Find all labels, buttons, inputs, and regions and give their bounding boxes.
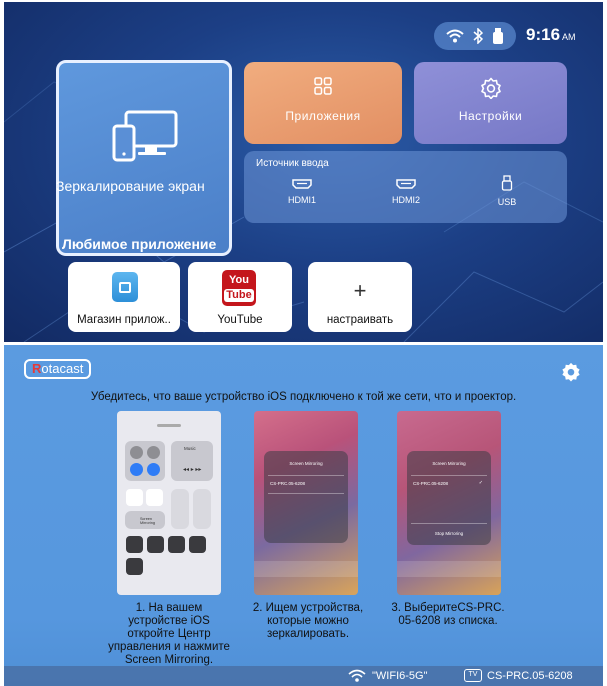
screen-mirroring-block: Screen Mirroring [125, 511, 165, 529]
plus-icon: + [353, 278, 367, 303]
youtube-label: YouTube [217, 314, 263, 326]
favorite-customize[interactable]: + настраивать [308, 262, 412, 332]
bluetooth-toggle-icon [147, 463, 160, 476]
step-3-text: 3. ВыберитеCS-PRC. 05-6208 из списка. [391, 602, 505, 627]
step-1-text: 1. На вашем устройстве iOS откройте Цент… [108, 602, 230, 666]
connectivity-block [125, 441, 165, 481]
device-name: CS-PRC.05-6208 [487, 670, 573, 682]
device-entry: CS-PRC.05-6208 [413, 481, 449, 486]
screen-mirroring-dialog-selected: Screen Mirroring CS-PRC.05-6208 ✓ Stop M… [407, 451, 491, 545]
tv-icon: TV [464, 669, 482, 682]
music-block: Music ◂◂ ▸ ▸▸ [171, 441, 213, 481]
input-source-panel: Источник ввода HDMI1 HDMI2 USB [244, 151, 567, 223]
launcher-screen: 9:16AM Зеркалирование экран Приложения [4, 2, 603, 342]
instruction-text: Убедитесь, что ваше устройство iOS подкл… [90, 391, 517, 403]
settings-gear-icon[interactable] [561, 362, 581, 387]
screen-mirroring-tile[interactable]: Зеркалирование экран [56, 60, 232, 256]
do-not-disturb-icon [146, 489, 163, 506]
customize-label: настраивать [326, 314, 394, 326]
airplane-icon [130, 446, 143, 459]
brand-logo: Rotacast [24, 359, 92, 379]
status-bar [434, 22, 516, 50]
favorites-title: Любимое приложение [62, 236, 217, 252]
devices-icon [112, 110, 178, 167]
checkmark-icon: ✓ [478, 480, 483, 486]
volume-slider [193, 489, 211, 529]
step-2-text: 2. Ищем устройства, которые можно зеркал… [252, 602, 364, 640]
usb-label: USB [497, 197, 517, 207]
mirroring-search-screenshot: Screen Mirroring CS-PRC.05-6208 [254, 411, 358, 595]
timer-icon [147, 536, 164, 553]
wifi-icon [446, 29, 464, 43]
usb-drive-icon [492, 28, 504, 44]
flashlight-icon [126, 536, 143, 553]
rotation-lock-icon [126, 489, 143, 506]
favorite-youtube[interactable]: You Tube YouTube [188, 262, 292, 332]
clock: 9:16 AM [526, 25, 576, 44]
cellular-icon [147, 446, 160, 459]
wifi-name: "WIFI6-5G" [372, 670, 428, 682]
hdmi-icon [376, 179, 436, 189]
stop-mirroring: Stop Mirroring [434, 531, 464, 536]
control-center-screenshot: Music ◂◂ ▸ ▸▸ Screen Mirroring [117, 411, 221, 595]
connection-footer: "WIFI6-5G" TV CS-PRC.05-6208 [4, 666, 603, 686]
apps-grid-icon [314, 77, 332, 100]
apps-tile[interactable]: Приложения [244, 62, 402, 144]
bluetooth-icon [473, 28, 483, 44]
hdmi2-source[interactable]: HDMI2 [376, 179, 436, 205]
qr-scanner-icon [126, 558, 143, 575]
youtube-icon: You Tube [222, 270, 256, 306]
device-entry: CS-PRC.05-6208 [270, 481, 306, 486]
favorite-app-store[interactable]: Магазин прилож.. [68, 262, 180, 332]
brightness-slider [171, 489, 189, 529]
wifi-icon [348, 669, 366, 686]
usb-source[interactable]: USB [477, 175, 537, 207]
app-store-label: Магазин прилож.. [77, 314, 171, 326]
gear-icon [480, 77, 502, 104]
hdmi1-label: HDMI1 [287, 195, 316, 205]
camera-icon [189, 536, 206, 553]
settings-tile[interactable]: Настройки [414, 62, 567, 144]
screen-mirroring-dialog: Screen Mirroring CS-PRC.05-6208 [264, 451, 348, 543]
app-store-icon [112, 272, 138, 302]
hdmi-icon [272, 179, 332, 189]
settings-label: Настройки [458, 109, 523, 123]
cast-guide-screen: Rotacast Убедитесь, что ваше устройство … [4, 345, 603, 686]
calculator-icon [168, 536, 185, 553]
screen-mirroring-label: Зеркалирование экран [56, 178, 205, 194]
usb-icon [477, 175, 537, 191]
apps-label: Приложения [285, 109, 361, 123]
input-source-title: Источник ввода [256, 158, 329, 169]
hdmi1-source[interactable]: HDMI1 [272, 179, 332, 205]
wifi-toggle-icon [130, 463, 143, 476]
select-device-screenshot: Screen Mirroring CS-PRC.05-6208 ✓ Stop M… [397, 411, 501, 595]
hdmi2-label: HDMI2 [391, 195, 420, 205]
